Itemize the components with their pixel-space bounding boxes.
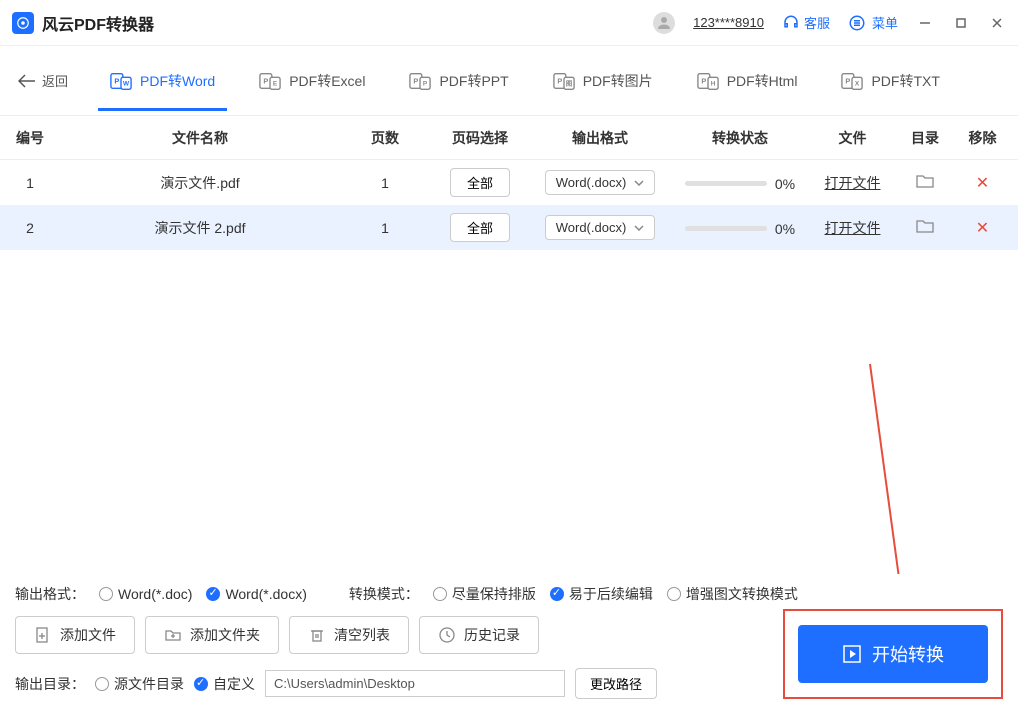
tab-pdf转ppt[interactable]: PPPDF转PPT bbox=[397, 52, 520, 110]
folder-icon bbox=[916, 218, 934, 234]
svg-text:P: P bbox=[414, 76, 419, 85]
tab-pdf转excel[interactable]: PEPDF转Excel bbox=[247, 52, 377, 110]
bottom-panel: 输出格式： Word(*.doc) Word(*.docx) 转换模式： 尽量保… bbox=[0, 574, 1018, 715]
page-select-button[interactable]: 全部 bbox=[450, 168, 510, 197]
maximize-button[interactable] bbox=[952, 14, 970, 32]
row-pages: 1 bbox=[340, 175, 430, 191]
svg-text:W: W bbox=[123, 80, 130, 87]
change-path-button[interactable]: 更改路径 bbox=[575, 668, 657, 699]
row-filename: 演示文件.pdf bbox=[60, 173, 340, 193]
radio-easy-edit[interactable]: 易于后续编辑 bbox=[550, 584, 653, 604]
chevron-down-icon bbox=[634, 225, 644, 231]
tab-pdf转word[interactable]: PWPDF转Word bbox=[98, 52, 227, 110]
svg-text:P: P bbox=[114, 76, 119, 85]
svg-text:P: P bbox=[423, 80, 428, 87]
col-pages: 页数 bbox=[340, 128, 430, 148]
open-folder-button[interactable] bbox=[916, 221, 934, 237]
remove-button[interactable]: ✕ bbox=[976, 175, 989, 192]
col-dir: 目录 bbox=[895, 128, 955, 148]
start-box-highlight: 开始转换 bbox=[783, 609, 1003, 699]
progress-status: 0% bbox=[685, 176, 795, 192]
minimize-button[interactable] bbox=[916, 14, 934, 32]
col-format: 输出格式 bbox=[530, 128, 670, 148]
svg-text:E: E bbox=[273, 80, 278, 87]
table-row: 1 演示文件.pdf 1 全部 Word(.docx) 0% 打开文件 ✕ bbox=[0, 160, 1018, 205]
chevron-down-icon bbox=[634, 180, 644, 186]
row-idx: 1 bbox=[0, 175, 60, 191]
svg-text:图: 图 bbox=[566, 78, 573, 87]
trash-icon bbox=[308, 626, 326, 644]
svg-text:X: X bbox=[855, 80, 860, 87]
clock-icon bbox=[438, 626, 456, 644]
history-button[interactable]: 历史记录 bbox=[419, 616, 539, 654]
table-row: 2 演示文件 2.pdf 1 全部 Word(.docx) 0% 打开文件 ✕ bbox=[0, 205, 1018, 250]
page-select-button[interactable]: 全部 bbox=[450, 213, 510, 242]
pdf-convert-icon: PX bbox=[841, 70, 863, 92]
svg-text:P: P bbox=[701, 76, 706, 85]
col-del: 移除 bbox=[955, 128, 1010, 148]
close-button[interactable] bbox=[988, 14, 1006, 32]
add-file-icon bbox=[34, 626, 52, 644]
pdf-convert-icon: PP bbox=[409, 70, 431, 92]
format-select[interactable]: Word(.docx) bbox=[545, 170, 656, 195]
menu-link[interactable]: 菜单 bbox=[848, 13, 898, 32]
svg-text:P: P bbox=[264, 76, 269, 85]
app-title: 风云PDF转换器 bbox=[42, 11, 154, 35]
radio-custom-dir[interactable]: 自定义 bbox=[194, 674, 255, 694]
pdf-convert-icon: PH bbox=[697, 70, 719, 92]
pdf-convert-icon: PE bbox=[259, 70, 281, 92]
radio-enhance[interactable]: 增强图文转换模式 bbox=[667, 584, 798, 604]
output-format-label: 输出格式： bbox=[15, 584, 85, 604]
folder-icon bbox=[916, 173, 934, 189]
svg-text:P: P bbox=[557, 76, 562, 85]
remove-button[interactable]: ✕ bbox=[976, 220, 989, 237]
back-button[interactable]: 返回 bbox=[18, 71, 68, 90]
tab-pdf转html[interactable]: PHPDF转Html bbox=[685, 52, 810, 110]
svg-text:H: H bbox=[710, 80, 715, 87]
radio-docx[interactable]: Word(*.docx) bbox=[206, 586, 306, 602]
headset-icon bbox=[782, 14, 800, 32]
col-name: 文件名称 bbox=[60, 128, 340, 148]
progress-status: 0% bbox=[685, 221, 795, 237]
support-link[interactable]: 客服 bbox=[782, 13, 830, 32]
menu-icon bbox=[848, 14, 866, 32]
open-file-link[interactable]: 打开文件 bbox=[825, 220, 881, 236]
col-pagesel: 页码选择 bbox=[430, 128, 530, 148]
format-select[interactable]: Word(.docx) bbox=[545, 215, 656, 240]
avatar-icon[interactable] bbox=[653, 12, 675, 34]
tab-pdf转图片[interactable]: P图PDF转图片 bbox=[541, 52, 665, 110]
convert-mode-label: 转换模式： bbox=[349, 584, 419, 604]
table-header: 编号 文件名称 页数 页码选择 输出格式 转换状态 文件 目录 移除 bbox=[0, 116, 1018, 160]
output-dir-label: 输出目录： bbox=[15, 674, 85, 694]
user-id[interactable]: 123****8910 bbox=[693, 15, 764, 30]
row-pages: 1 bbox=[340, 220, 430, 236]
col-idx: 编号 bbox=[0, 128, 60, 148]
arrow-left-icon bbox=[18, 74, 36, 88]
tab-nav: 返回 PWPDF转Word PEPDF转Excel PPPDF转PPT P图PDF转图… bbox=[0, 46, 1018, 116]
row-filename: 演示文件 2.pdf bbox=[60, 218, 340, 238]
app-logo-icon bbox=[12, 12, 34, 34]
add-folder-button[interactable]: 添加文件夹 bbox=[145, 616, 279, 654]
radio-source-dir[interactable]: 源文件目录 bbox=[95, 674, 184, 694]
radio-keep-layout[interactable]: 尽量保持排版 bbox=[433, 584, 536, 604]
path-input[interactable] bbox=[265, 670, 565, 697]
clear-list-button[interactable]: 清空列表 bbox=[289, 616, 409, 654]
play-icon bbox=[842, 644, 862, 664]
tab-pdf转txt[interactable]: PXPDF转TXT bbox=[829, 52, 951, 110]
open-file-link[interactable]: 打开文件 bbox=[825, 175, 881, 191]
add-file-button[interactable]: 添加文件 bbox=[15, 616, 135, 654]
add-folder-icon bbox=[164, 626, 182, 644]
row-idx: 2 bbox=[0, 220, 60, 236]
titlebar: 风云PDF转换器 123****8910 客服 菜单 bbox=[0, 0, 1018, 46]
col-file: 文件 bbox=[810, 128, 895, 148]
pdf-convert-icon: PW bbox=[110, 70, 132, 92]
radio-doc[interactable]: Word(*.doc) bbox=[99, 586, 192, 602]
svg-text:P: P bbox=[846, 76, 851, 85]
col-status: 转换状态 bbox=[670, 128, 810, 148]
open-folder-button[interactable] bbox=[916, 176, 934, 192]
start-convert-button[interactable]: 开始转换 bbox=[798, 625, 988, 683]
pdf-convert-icon: P图 bbox=[553, 70, 575, 92]
